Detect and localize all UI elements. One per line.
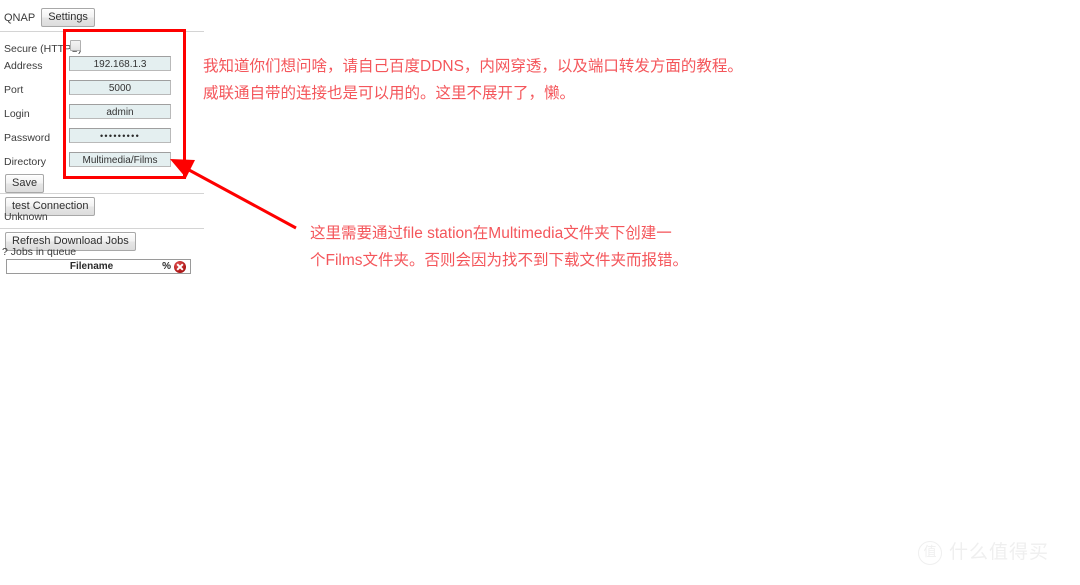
form-row-password: Password •••••••••	[0, 127, 215, 151]
label-password: Password	[4, 132, 51, 144]
annotation-text-top: 我知道你们想问啥，请自己百度DDNS，内网穿透，以及端口转发方面的教程。 威联通…	[203, 53, 743, 107]
delete-circle-icon[interactable]	[174, 260, 186, 273]
save-button[interactable]: Save	[5, 174, 45, 193]
directory-input[interactable]: Multimedia/Films	[69, 152, 171, 167]
annotation-bottom-line-1: 这里需要通过file station在Multimedia文件夹下创建一	[310, 225, 672, 242]
password-input[interactable]: •••••••••	[69, 128, 171, 143]
watermark-badge-icon: 值	[918, 541, 942, 565]
annotation-top-line-1: 我知道你们想问啥，请自己百度DDNS，内网穿透，以及端口转发方面的教程。	[203, 58, 743, 75]
tabbar: QNAP Settings	[4, 8, 95, 27]
port-input[interactable]: 5000	[69, 80, 171, 95]
watermark: 值 什么值得买	[918, 541, 1049, 565]
download-jobs-table-header: Filename %	[6, 259, 191, 274]
divider-after-save	[0, 193, 204, 194]
label-directory: Directory	[4, 156, 47, 168]
address-input[interactable]: 192.168.1.3	[69, 56, 171, 71]
form-row-port: Port 5000	[0, 79, 215, 103]
column-header-percent: %	[162, 261, 171, 272]
label-address: Address	[4, 60, 43, 72]
divider-top	[0, 31, 204, 32]
form-row-address: Address 192.168.1.3	[0, 55, 215, 79]
annotation-text-bottom: 这里需要通过file station在Multimedia文件夹下创建一 个Fi…	[310, 220, 688, 274]
connection-status-text: Unknown	[4, 211, 48, 223]
form-row-login: Login admin	[0, 103, 215, 127]
column-header-filename: Filename	[69, 261, 114, 272]
jobs-in-queue-text: ? Jobs in queue	[2, 246, 77, 258]
annotation-bottom-line-2: 个Films文件夹。否则会因为找不到下载文件夹而报错。	[310, 252, 689, 269]
label-login: Login	[4, 108, 30, 120]
divider-after-test	[0, 228, 204, 229]
tab-qnap[interactable]: QNAP	[4, 11, 35, 25]
form-row-directory: Directory Multimedia/Films	[0, 151, 215, 175]
login-input[interactable]: admin	[69, 104, 171, 119]
label-port: Port	[4, 84, 24, 96]
watermark-text: 什么值得买	[949, 542, 1050, 563]
secure-https-checkbox[interactable]	[70, 40, 81, 51]
tab-settings[interactable]: Settings	[41, 8, 95, 27]
annotation-top-line-2: 威联通自带的连接也是可以用的。这里不展开了，懒。	[203, 85, 576, 102]
